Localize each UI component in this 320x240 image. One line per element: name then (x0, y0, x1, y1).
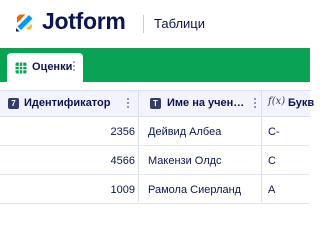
top-bar: Jotform Таблици (0, 0, 310, 48)
column-label: Име на учен… (167, 97, 245, 109)
column-header-name[interactable]: T Име на учен… (139, 91, 261, 116)
column-header-row: 7 Идентификатор T Име на учен… f(x) Букв (0, 90, 314, 117)
tab-ocenki[interactable]: Оценки (7, 53, 83, 82)
cell-name[interactable]: Рамола Сиерланд (148, 184, 241, 196)
tab-options-icon[interactable] (73, 61, 76, 74)
cell-grade[interactable]: C- (268, 126, 280, 138)
cell-id[interactable]: 1009 (111, 184, 135, 196)
column-header-grade[interactable]: f(x) Букв (262, 91, 314, 116)
table-grid-icon (15, 62, 27, 74)
column-label: Букв (288, 97, 315, 109)
table-row[interactable]: 2356 Дейвид Албеа C- (0, 117, 310, 146)
cell-grade[interactable]: A (268, 184, 275, 196)
column-header-id[interactable]: 7 Идентификатор (0, 91, 138, 116)
cell-grade[interactable]: C (268, 155, 276, 167)
cell-name[interactable]: Дейвид Албеа (148, 126, 221, 138)
column-label: Идентификатор (24, 97, 111, 109)
brand-name[interactable]: Jotform (42, 8, 126, 35)
table-row[interactable]: 1009 Рамола Сиерланд A (0, 175, 310, 204)
text-type-icon: T (150, 98, 161, 109)
tab-label: Оценки (32, 61, 73, 73)
column-divider (138, 90, 139, 202)
cell-id[interactable]: 4566 (111, 155, 135, 167)
number-type-icon: 7 (8, 98, 19, 109)
cell-id[interactable]: 2356 (111, 126, 135, 138)
jotform-logo-icon[interactable] (13, 11, 37, 35)
cell-name[interactable]: Макензи Олдс (148, 155, 222, 167)
data-grid: 7 Идентификатор T Име на учен… f(x) Букв… (0, 82, 314, 204)
table-row[interactable]: 4566 Макензи Олдс C (0, 146, 310, 175)
column-divider (261, 90, 262, 202)
header-divider (143, 15, 144, 33)
formula-type-icon: f(x) (268, 96, 286, 107)
column-menu-icon[interactable] (254, 98, 257, 110)
sheet-tab-strip: Оценки (0, 48, 310, 82)
product-name: Таблици (154, 16, 206, 31)
column-menu-icon[interactable] (127, 98, 130, 110)
